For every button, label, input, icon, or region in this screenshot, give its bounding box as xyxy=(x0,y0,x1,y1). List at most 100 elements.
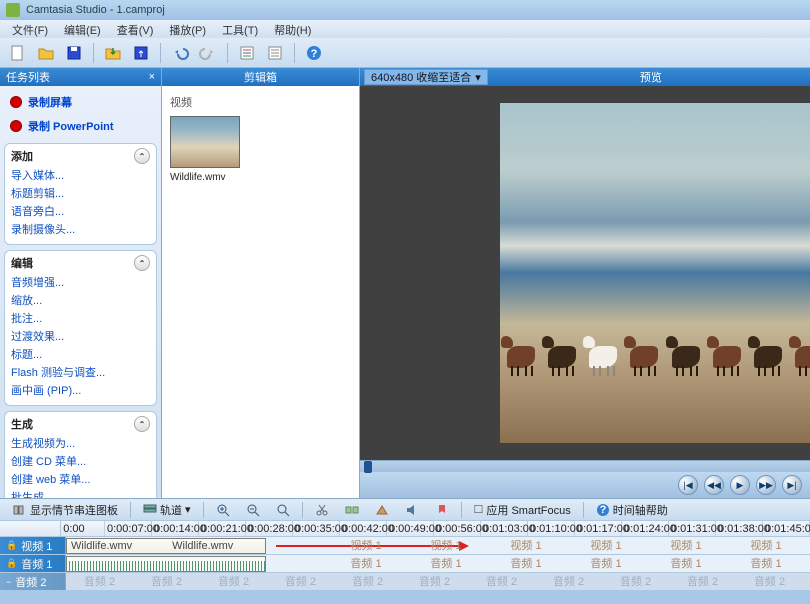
play-button[interactable]: ▶ xyxy=(730,475,750,495)
menu-play[interactable]: 播放(P) xyxy=(161,20,214,38)
help-button[interactable]: ? xyxy=(302,41,326,65)
tracks-dropdown-button[interactable]: 轨道 ▾ xyxy=(136,499,198,521)
ghost-label: 音频 2 xyxy=(133,573,200,590)
menu-edit[interactable]: 编辑(E) xyxy=(56,20,109,38)
svg-text:?: ? xyxy=(311,48,318,60)
audio-clip[interactable] xyxy=(66,556,266,572)
link-import-media[interactable]: 导入媒体... xyxy=(11,166,150,184)
clip-name: Wildlife.wmv xyxy=(71,540,132,552)
options-button[interactable] xyxy=(263,41,287,65)
ghost-label: 音频 2 xyxy=(736,573,803,590)
preview-viewport[interactable] xyxy=(360,86,810,460)
properties-button[interactable] xyxy=(235,41,259,65)
ruler-tick: 0:00:49:00 xyxy=(387,521,434,536)
ruler-tick: 0:00:42:00 xyxy=(340,521,387,536)
fade-icon xyxy=(375,503,389,517)
record-powerpoint-button[interactable]: 录制 PowerPoint xyxy=(4,114,157,138)
record-screen-label: 录制屏幕 xyxy=(28,94,72,110)
open-button[interactable] xyxy=(34,41,58,65)
timeline-ruler[interactable]: 0:00 0:00:07:00 0:00:14:00 0:00:21:00 0:… xyxy=(0,520,810,536)
track-audio2-lane[interactable]: 音频 2 音频 2 音频 2 音频 2 音频 2 音频 2 音频 2 音频 2 … xyxy=(66,573,810,590)
link-callouts[interactable]: 批注... xyxy=(11,309,150,327)
undo-button[interactable] xyxy=(168,41,192,65)
link-transitions[interactable]: 过渡效果... xyxy=(11,327,150,345)
track-video1-lane[interactable]: Wildlife.wmv Wildlife.wmv 视频 1 视频 1 视频 1… xyxy=(66,537,810,554)
link-title-clip[interactable]: 标题剪辑... xyxy=(11,184,150,202)
import-button[interactable] xyxy=(101,41,125,65)
menu-view[interactable]: 查看(V) xyxy=(109,20,162,38)
record-screen-button[interactable]: 录制屏幕 xyxy=(4,90,157,114)
track-video1-label[interactable]: 🔒 视频 1 xyxy=(0,537,66,554)
marker-button[interactable] xyxy=(428,500,456,520)
ruler-tick: 0:00:07:00 xyxy=(105,521,152,536)
menu-file[interactable]: 文件(F) xyxy=(4,20,56,38)
split-button[interactable] xyxy=(338,500,366,520)
collapse-toggle-icon[interactable]: ⌃ xyxy=(134,255,150,271)
link-record-camera[interactable]: 录制摄像头... xyxy=(11,220,150,238)
link-audio-enhance[interactable]: 音频增强... xyxy=(11,273,150,291)
link-captions[interactable]: 标题... xyxy=(11,345,150,363)
group-produce-header: 生成 ⌃ xyxy=(11,416,150,432)
ruler-tick: 0:01:10:00 xyxy=(528,521,575,536)
new-project-button[interactable] xyxy=(6,41,30,65)
track-audio2-name: 音频 2 xyxy=(15,574,46,590)
record-icon xyxy=(10,120,22,132)
video-clip[interactable]: Wildlife.wmv Wildlife.wmv xyxy=(66,538,266,554)
prev-clip-button[interactable]: |◀ xyxy=(678,475,698,495)
link-voice-narration[interactable]: 语音旁白... xyxy=(11,202,150,220)
ghost-label: 音频 2 xyxy=(200,573,267,590)
menu-tools[interactable]: 工具(T) xyxy=(214,20,266,38)
playhead-icon[interactable] xyxy=(364,461,372,473)
track-audio2-label[interactable]: − 音频 2 xyxy=(0,573,66,590)
collapse-toggle-icon[interactable]: ⌃ xyxy=(134,148,150,164)
ruler-tick: 0:01:45:00 xyxy=(763,521,810,536)
lock-icon: 🔒 xyxy=(6,558,17,569)
separator xyxy=(302,502,303,518)
zoom-fit-button[interactable] xyxy=(269,500,297,520)
next-clip-button[interactable]: ▶| xyxy=(782,475,802,495)
link-batch-produce[interactable]: 批生成... xyxy=(11,488,150,498)
track-audio1-lane[interactable]: 音频 1 音频 1 音频 1 音频 1 音频 1 音频 1 xyxy=(66,555,810,572)
zoom-out-button[interactable] xyxy=(239,500,267,520)
save-button[interactable] xyxy=(62,41,86,65)
redo-button[interactable] xyxy=(196,41,220,65)
link-flash-quiz[interactable]: Flash 测验与调查... xyxy=(11,363,150,381)
track-audio1[interactable]: 🔒 音频 1 音频 1 音频 1 音频 1 音频 1 音频 1 音频 1 xyxy=(0,554,810,572)
task-panel-close-button[interactable]: × xyxy=(149,71,155,83)
preview-dimensions-dropdown[interactable]: 640x480 收缩至适合 ▾ xyxy=(364,69,488,85)
track-audio2[interactable]: − 音频 2 音频 2 音频 2 音频 2 音频 2 音频 2 音频 2 音频 … xyxy=(0,572,810,590)
forward-button[interactable]: ▶▶ xyxy=(756,475,776,495)
audio-button[interactable] xyxy=(398,500,426,520)
preview-video-frame xyxy=(500,103,810,443)
ruler-tick: 0:01:17:00 xyxy=(575,521,622,536)
zoom-in-button[interactable] xyxy=(209,500,237,520)
track-video1[interactable]: 🔒 视频 1 Wildlife.wmv Wildlife.wmv 视频 1 视频… xyxy=(0,536,810,554)
clip-thumbnail xyxy=(170,116,240,168)
timeline-help-button[interactable]: ? 时间轴帮助 xyxy=(589,499,675,521)
link-create-cd-menu[interactable]: 创建 CD 菜单... xyxy=(11,452,150,470)
track-audio1-label[interactable]: 🔒 音频 1 xyxy=(0,555,66,572)
smartfocus-checkbox[interactable]: 应用 SmartFocus xyxy=(467,499,578,521)
link-zoom[interactable]: 缩放... xyxy=(11,291,150,309)
ghost-label: 音频 1 xyxy=(726,555,806,572)
menu-help[interactable]: 帮助(H) xyxy=(266,20,319,38)
rewind-button[interactable]: ◀◀ xyxy=(704,475,724,495)
record-icon xyxy=(10,96,22,108)
collapse-toggle-icon[interactable]: ⌃ xyxy=(134,416,150,432)
clip-bin-body[interactable]: 视频 Wildlife.wmv xyxy=(162,86,359,498)
export-button[interactable] xyxy=(129,41,153,65)
cut-button[interactable] xyxy=(308,500,336,520)
storyboard-icon xyxy=(13,503,27,517)
storyboard-toggle-button[interactable]: 显示情节串连图板 xyxy=(6,499,125,521)
ghost-label: 音频 1 xyxy=(406,555,486,572)
group-edit-header: 编辑 ⌃ xyxy=(11,255,150,271)
ghost-label: 音频 2 xyxy=(468,573,535,590)
link-create-web-menu[interactable]: 创建 web 菜单... xyxy=(11,470,150,488)
clip-item[interactable]: Wildlife.wmv xyxy=(170,116,240,183)
fade-button[interactable] xyxy=(368,500,396,520)
preview-scrubber[interactable] xyxy=(360,460,810,472)
waveform-icon xyxy=(69,561,265,571)
link-pip[interactable]: 画中画 (PIP)... xyxy=(11,381,150,399)
link-produce-video[interactable]: 生成视频为... xyxy=(11,434,150,452)
chevron-down-icon: ▾ xyxy=(185,503,191,516)
